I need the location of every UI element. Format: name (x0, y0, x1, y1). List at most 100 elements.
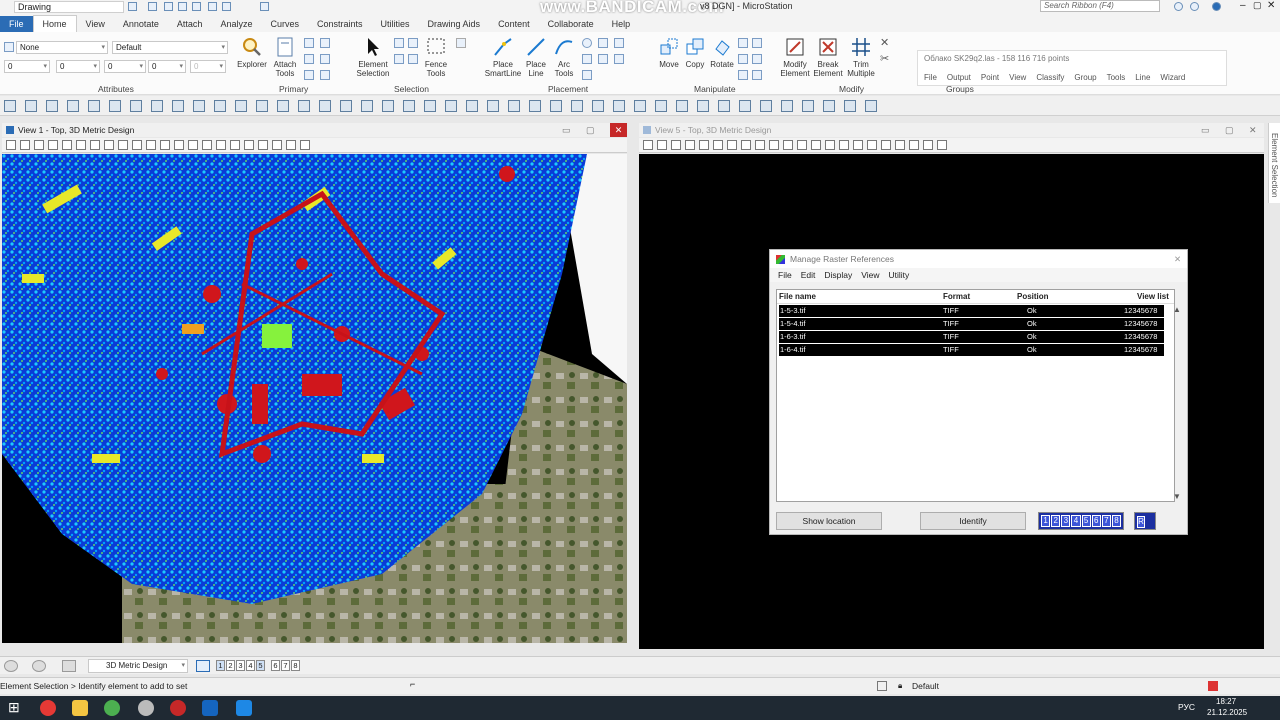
view5-maximize-icon[interactable]: ▢ (1225, 123, 1234, 137)
yandex-browser-icon[interactable] (40, 700, 56, 716)
r-toggle[interactable]: R (1134, 512, 1156, 530)
primary-tool-icon[interactable] (304, 70, 314, 80)
place-line-button[interactable]: Place Line (524, 36, 548, 78)
tab-view[interactable]: View (77, 16, 114, 32)
tool-icon[interactable] (699, 140, 709, 150)
column-file-name[interactable]: File name (779, 292, 816, 301)
pointcloud-menu-group[interactable]: Group (1074, 73, 1096, 82)
tool-icon[interactable] (104, 140, 114, 150)
tool-icon[interactable] (895, 140, 905, 150)
primary-tool-icon[interactable] (320, 54, 330, 64)
pointcloud-menu-wizard[interactable]: Wizard (1160, 73, 1185, 82)
forward-icon[interactable] (32, 660, 46, 672)
transparency-select[interactable]: 0 (148, 60, 186, 73)
tool-icon[interactable] (216, 140, 226, 150)
close-icon[interactable]: ✕ (1267, 0, 1275, 11)
open-file-icon[interactable] (148, 2, 157, 11)
tool-icon[interactable] (88, 100, 100, 112)
tool-icon[interactable] (769, 140, 779, 150)
cell-icon[interactable] (614, 38, 624, 48)
raster-list[interactable]: File name Format Position View list 1-5-… (776, 289, 1181, 502)
snap-icon[interactable] (877, 681, 887, 691)
tool-icon[interactable] (613, 100, 625, 112)
selection-mode-icon[interactable] (408, 54, 418, 64)
stretch-icon[interactable] (738, 70, 748, 80)
tool-icon[interactable] (130, 100, 142, 112)
column-position[interactable]: Position (1017, 292, 1049, 301)
tool-icon[interactable] (118, 140, 128, 150)
print-preview-icon[interactable] (260, 2, 269, 11)
tool-icon[interactable] (25, 100, 37, 112)
pointcloud-menu-classify[interactable]: Classify (1036, 73, 1064, 82)
explorer-button[interactable]: Explorer (236, 36, 268, 69)
primary-tool-icon[interactable] (304, 54, 314, 64)
tool-icon[interactable] (286, 140, 296, 150)
active-level[interactable]: Default (912, 681, 939, 691)
view-toggle[interactable]: 6 (1091, 515, 1101, 527)
view-toggle[interactable]: 5 (1081, 515, 1091, 527)
view-button-4[interactable]: 4 (246, 660, 255, 671)
view-button-2[interactable]: 2 (226, 660, 235, 671)
pointcloud-menu-line[interactable]: Line (1135, 73, 1150, 82)
models-icon[interactable] (62, 660, 76, 672)
view-button-5[interactable]: 5 (256, 660, 265, 671)
tool-icon[interactable] (571, 100, 583, 112)
tool-icon[interactable] (174, 140, 184, 150)
tool-icon[interactable] (466, 100, 478, 112)
tool-icon[interactable] (340, 100, 352, 112)
pointcloud-menu-point[interactable]: Point (981, 73, 999, 82)
clear-fence-icon[interactable] (456, 38, 466, 48)
tool-icon[interactable] (298, 100, 310, 112)
modify-element-button[interactable]: Modify Element (778, 36, 812, 78)
back-icon[interactable] (4, 660, 18, 672)
arc-tools-button[interactable]: Arc Tools (550, 36, 578, 78)
tool-icon[interactable] (188, 140, 198, 150)
element-selection-panel[interactable]: Element Selection (1268, 123, 1280, 203)
tool-icon[interactable] (797, 140, 807, 150)
tool-icon[interactable] (193, 100, 205, 112)
message-center-icon[interactable] (1208, 681, 1218, 691)
view-toggle[interactable]: 2 (1051, 515, 1061, 527)
bandicam-icon[interactable] (170, 700, 186, 716)
tool-icon[interactable] (811, 140, 821, 150)
tab-constraints[interactable]: Constraints (308, 16, 372, 32)
style-select[interactable]: Default (112, 41, 228, 54)
tab-attach[interactable]: Attach (168, 16, 212, 32)
tool-icon[interactable] (781, 100, 793, 112)
tool-icon[interactable] (802, 100, 814, 112)
delete-partial-icon[interactable]: ✕ (880, 36, 889, 49)
tab-curves[interactable]: Curves (261, 16, 308, 32)
tool-icon[interactable] (319, 100, 331, 112)
view1-titlebar[interactable]: View 1 - Top, 3D Metric Design ▭ ▢ ✕ (2, 123, 627, 137)
view-toggle[interactable]: 1 (1041, 515, 1051, 527)
tool-icon[interactable] (713, 140, 723, 150)
tab-collaborate[interactable]: Collaborate (539, 16, 603, 32)
view1-close-icon[interactable]: ✕ (610, 123, 627, 137)
tool-icon[interactable] (760, 100, 772, 112)
view-groups-icon[interactable] (196, 660, 210, 672)
view5-minimize-icon[interactable]: ▭ (1201, 123, 1210, 137)
tool-icon[interactable] (923, 140, 933, 150)
undo-icon[interactable] (208, 2, 217, 11)
selection-mode-icon[interactable] (408, 38, 418, 48)
tool-icon[interactable] (46, 100, 58, 112)
scroll-up-icon[interactable]: ▲ (1173, 305, 1181, 314)
redo-icon[interactable] (222, 2, 231, 11)
table-row[interactable]: 1-6-3.tif TIFF Ok 12345678 R (779, 331, 1164, 350)
primary-tool-icon[interactable] (320, 38, 330, 48)
minimize-icon[interactable]: – (1240, 0, 1246, 11)
tool-icon[interactable] (643, 140, 653, 150)
tool-icon[interactable] (172, 100, 184, 112)
dialog-titlebar[interactable]: Manage Raster References ✕ (770, 250, 1187, 268)
selection-mode-icon[interactable] (394, 38, 404, 48)
tool-icon[interactable] (272, 140, 282, 150)
tool-icon[interactable] (487, 100, 499, 112)
tool-icon[interactable] (550, 100, 562, 112)
primary-tool-icon[interactable] (320, 70, 330, 80)
tool-icon[interactable] (685, 140, 695, 150)
tool-icon[interactable] (403, 100, 415, 112)
view-button-8[interactable]: 8 (291, 660, 300, 671)
tool-icon[interactable] (739, 100, 751, 112)
user-avatar[interactable] (1212, 2, 1221, 11)
tool-icon[interactable] (634, 100, 646, 112)
